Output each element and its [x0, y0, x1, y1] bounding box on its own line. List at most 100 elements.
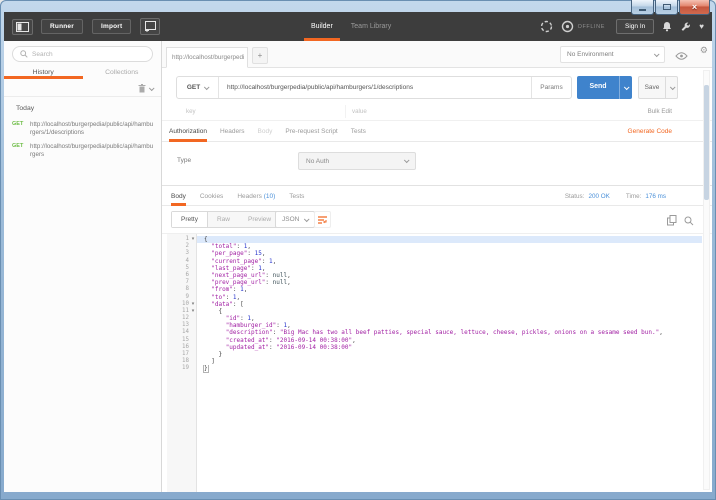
code-line[interactable]: 18 ] [167, 358, 702, 365]
tab-authorization[interactable]: Authorization [169, 122, 207, 142]
vertical-scrollbar[interactable] [703, 70, 710, 490]
line-gutter[interactable]: 1 ▾ [167, 236, 197, 243]
line-gutter[interactable]: 10 ▾ [167, 301, 197, 308]
new-window-button[interactable] [140, 18, 161, 35]
send-label[interactable]: Send [577, 76, 619, 99]
tab-response-tests[interactable]: Tests [289, 187, 304, 206]
settings-button[interactable] [680, 21, 691, 32]
fold-arrow-icon[interactable]: ▾ [189, 301, 197, 308]
tab-cookies[interactable]: Cookies [200, 187, 223, 206]
request-tab[interactable]: http://localhost/burgerpedi [166, 47, 248, 68]
close-button[interactable]: × [679, 0, 710, 15]
line-gutter[interactable]: 3 [167, 250, 197, 257]
param-key-field[interactable]: key [186, 108, 196, 115]
bulk-edit-button[interactable]: Bulk Edit [648, 108, 672, 115]
tab-response-body[interactable]: Body [171, 187, 186, 206]
code-line[interactable]: 12 "id": 1, [167, 315, 702, 322]
tab-team-library[interactable]: Team Library [351, 12, 391, 41]
line-gutter[interactable]: 14 [167, 329, 197, 336]
tab-collections[interactable]: Collections [83, 65, 162, 80]
method-select[interactable]: GET [177, 77, 219, 98]
code-line[interactable]: 6 "next_page_url": null, [167, 272, 702, 279]
code-line[interactable]: 4 "current_page": 1, [167, 258, 702, 265]
notifications-button[interactable] [662, 21, 672, 32]
new-tab-button[interactable]: + [252, 47, 268, 64]
code-line[interactable]: 7 "prev_page_url": null, [167, 279, 702, 286]
minimize-button[interactable] [631, 0, 654, 15]
send-options-button[interactable] [619, 76, 632, 99]
view-preview-button[interactable]: Preview [239, 212, 280, 227]
runner-button[interactable]: Runner [41, 19, 83, 34]
environment-select[interactable]: No Environment [560, 46, 665, 63]
line-gutter[interactable]: 18 [167, 358, 197, 365]
tab-body[interactable]: Body [258, 122, 273, 142]
code-line[interactable]: 13 "hamburger_id": 1, [167, 322, 702, 329]
fold-arrow-icon[interactable]: ▾ [189, 236, 197, 243]
environment-preview-button[interactable] [675, 47, 688, 65]
code-line[interactable]: 14 "description": "Big Mac has two all b… [167, 329, 702, 336]
line-gutter[interactable]: 5 [167, 265, 197, 272]
line-gutter[interactable]: 19 [167, 365, 197, 372]
code-line[interactable]: 3 "per_page": 15, [167, 250, 702, 257]
generate-code-button[interactable]: Generate Code [628, 122, 672, 142]
url-input[interactable]: http://localhost/burgerpedia/public/api/… [219, 77, 531, 98]
code-line[interactable]: 10 ▾ "data": [ [167, 301, 702, 308]
copy-response-button[interactable] [667, 213, 677, 231]
interceptor-button[interactable] [540, 20, 553, 33]
chevron-down-icon [403, 157, 410, 164]
line-gutter[interactable]: 4 [167, 258, 197, 265]
tab-headers[interactable]: Headers [220, 122, 245, 142]
tab-builder[interactable]: Builder [304, 12, 340, 41]
format-select[interactable]: JSON [275, 211, 316, 228]
code-line[interactable]: 11 ▾ { [167, 308, 702, 315]
tab-tests[interactable]: Tests [351, 122, 366, 142]
line-gutter[interactable]: 16 [167, 344, 197, 351]
line-gutter[interactable]: 15 [167, 337, 197, 344]
param-value-field[interactable]: value [352, 108, 367, 115]
code-line[interactable]: 15 "created_at": "2016-09-14 00:38:00", [167, 337, 702, 344]
clear-history-button[interactable] [138, 84, 155, 93]
history-item[interactable]: GET http://localhost/burgerpedia/public/a… [4, 117, 161, 139]
line-gutter[interactable]: 17 [167, 351, 197, 358]
tab-response-headers[interactable]: Headers (10) [237, 187, 275, 206]
sign-in-button[interactable]: Sign In [616, 19, 655, 34]
search-response-button[interactable] [684, 213, 694, 231]
view-raw-button[interactable]: Raw [208, 212, 239, 227]
search-input[interactable]: Search [12, 46, 153, 62]
send-button[interactable]: Send [577, 76, 632, 99]
line-gutter[interactable]: 2 [167, 243, 197, 250]
line-gutter[interactable]: 11 ▾ [167, 308, 197, 315]
save-button[interactable]: Save [638, 76, 678, 99]
code-line[interactable]: 1 ▾{ [167, 236, 702, 244]
sidebar-toggle-button[interactable] [12, 18, 33, 35]
import-button[interactable]: Import [91, 19, 132, 34]
save-label[interactable]: Save [639, 77, 665, 98]
favorites-button[interactable]: ♥ [699, 22, 704, 31]
line-gutter[interactable]: 13 [167, 322, 197, 329]
code-line[interactable]: 17 } [167, 351, 702, 358]
code-line[interactable]: 19} [167, 365, 702, 373]
code-line[interactable]: 9 "to": 1, [167, 294, 702, 301]
params-button[interactable]: Params [531, 77, 571, 98]
fold-arrow-icon[interactable]: ▾ [189, 308, 197, 315]
maximize-button[interactable] [655, 0, 678, 15]
response-body-editor[interactable]: 1 ▾{2 "total": 1, 3 "per_page": 15, 4 "curr… [162, 234, 712, 492]
tab-pre-request-script[interactable]: Pre-request Script [285, 122, 337, 142]
view-pretty-button[interactable]: Pretty [172, 212, 208, 227]
code-line[interactable]: 2 "total": 1, [167, 243, 702, 250]
sync-status-button[interactable]: OFFLINE [561, 20, 605, 33]
environment-settings-button[interactable]: ⚙ [700, 46, 708, 55]
code-line[interactable]: 5 "last_page": 1, [167, 265, 702, 272]
line-gutter[interactable]: 9 [167, 294, 197, 301]
auth-type-select[interactable]: No Auth [298, 152, 416, 170]
code-line[interactable]: 8 "from": 1, [167, 286, 702, 293]
line-gutter[interactable]: 6 [167, 272, 197, 279]
code-line[interactable]: 16 "updated_at": "2016-09-14 00:38:00" [167, 344, 702, 351]
line-gutter[interactable]: 8 [167, 286, 197, 293]
line-gutter[interactable]: 12 [167, 315, 197, 322]
history-item[interactable]: GET http://localhost/burgerpedia/public/a… [4, 139, 161, 161]
line-gutter[interactable]: 7 [167, 279, 197, 286]
wrap-lines-button[interactable] [314, 211, 331, 228]
save-options-button[interactable] [665, 77, 677, 98]
scrollbar-thumb[interactable] [704, 85, 709, 200]
